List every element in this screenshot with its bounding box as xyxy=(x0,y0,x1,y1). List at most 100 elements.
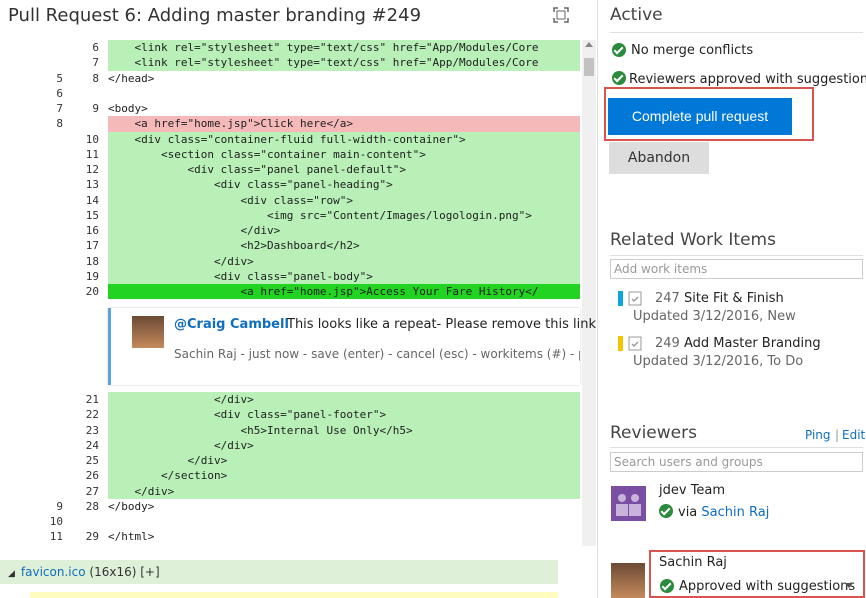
code-text: <body> xyxy=(108,102,148,115)
work-item-title[interactable]: Add Master Branding xyxy=(684,336,821,351)
work-item-subtitle: Updated 3/12/2016, New xyxy=(633,309,796,324)
old-line-number: 9 xyxy=(56,499,63,513)
team-icon xyxy=(616,494,641,516)
code-line[interactable]: 13 <div class="panel-heading"> xyxy=(30,177,580,193)
code-line[interactable]: 6 <link rel="stylesheet" type="text/css"… xyxy=(30,40,580,56)
code-line[interactable]: 14 <div class="row"> xyxy=(30,192,580,208)
new-line-number: 13 xyxy=(66,177,99,193)
reviewers-heading: Reviewers xyxy=(610,423,697,443)
complete-pull-request-button[interactable]: Complete pull request xyxy=(608,98,792,135)
work-item-249[interactable]: 249 Add Master Branding xyxy=(655,336,821,351)
new-line-number: 7 xyxy=(66,55,99,71)
ping-link[interactable]: Ping xyxy=(805,428,831,442)
code-text: <section class="container main-content"> xyxy=(108,146,580,162)
work-item-id: 249 xyxy=(655,336,680,351)
abandon-button[interactable]: Abandon xyxy=(609,142,709,174)
new-line-number: 20 xyxy=(85,285,99,298)
new-line-number: 21 xyxy=(66,392,99,408)
code-line[interactable]: 17 <h2>Dashboard</h2> xyxy=(30,238,580,254)
collapse-icon[interactable]: ◢ xyxy=(8,569,15,579)
work-item-title[interactable]: Site Fit & Finish xyxy=(684,291,784,306)
code-line[interactable]: 9 28 </body> xyxy=(30,499,580,514)
code-line[interactable]: 25 </div> xyxy=(30,453,580,469)
team-name[interactable]: jdev Team xyxy=(659,483,725,498)
scroll-thumb[interactable] xyxy=(584,58,594,76)
file-name-link[interactable]: favicon.ico xyxy=(21,565,86,579)
code-line[interactable]: 12 <div class="panel panel-default"> xyxy=(30,162,580,178)
page-title: Pull Request 6: Adding master branding #… xyxy=(8,5,422,26)
code-line[interactable]: 6 xyxy=(30,86,580,101)
new-line-number: 19 xyxy=(66,268,99,284)
scroll-up-icon[interactable] xyxy=(585,42,593,47)
code-line[interactable]: 10 xyxy=(30,514,580,529)
code-text: </html> xyxy=(108,530,155,544)
old-line-number: 10 xyxy=(49,515,63,528)
code-text: </div> xyxy=(108,483,580,499)
comment-text[interactable]: This looks like a repeat- Please remove … xyxy=(287,317,596,332)
divider xyxy=(610,447,863,448)
task-icon xyxy=(628,291,642,306)
diff-scrollbar[interactable] xyxy=(582,40,596,546)
review-status: Reviewers approved with suggestions xyxy=(629,72,866,87)
diff-view[interactable]: 6 <link rel="stylesheet" type="text/css"… xyxy=(30,40,580,546)
code-text: <div class="panel-heading"> xyxy=(108,177,580,193)
via-label: via xyxy=(678,505,698,520)
new-line-number: 28 xyxy=(85,499,99,513)
code-line[interactable]: 18 </div> xyxy=(30,253,580,269)
approval-status[interactable]: Approved with suggestions xyxy=(679,579,855,594)
code-line[interactable]: 15 <img src="Content/Images/logologin.pn… xyxy=(30,207,580,223)
old-line-number: 11 xyxy=(49,530,63,544)
code-line[interactable]: 22 <div class="panel-footer"> xyxy=(30,407,580,423)
reviewer-name[interactable]: Sachin Raj xyxy=(659,555,727,570)
edit-link[interactable]: Edit xyxy=(842,428,865,442)
team-avatar xyxy=(611,486,646,521)
check-icon xyxy=(612,71,626,85)
code-text: </div> xyxy=(108,453,580,469)
link-separator: | xyxy=(835,428,840,442)
code-text: <div class="container-fluid full-width-c… xyxy=(108,131,580,147)
code-line[interactable]: 20 <a href="home.jsp">Access Your Fare H… xyxy=(30,284,580,300)
code-line[interactable]: 10 <div class="container-fluid full-widt… xyxy=(30,131,580,147)
code-text: </div> xyxy=(108,223,580,239)
code-line[interactable]: 7 <link rel="stylesheet" type="text/css"… xyxy=(30,55,580,71)
code-line[interactable]: 11 29 </html> xyxy=(30,529,580,544)
new-line-number: 26 xyxy=(66,468,99,484)
check-icon xyxy=(660,579,674,593)
file-size: (16x16) [+] xyxy=(85,565,160,579)
code-line[interactable]: 23 <h5>Internal Use Only</h5> xyxy=(30,422,580,438)
diff-line-modified xyxy=(30,592,558,598)
avatar xyxy=(132,316,164,348)
code-line[interactable]: 27 </div> xyxy=(30,483,580,499)
comment-author[interactable]: @Craig Cambell xyxy=(174,317,289,332)
search-users-input[interactable]: Search users and groups xyxy=(610,452,863,472)
new-line-number: 9 xyxy=(92,102,99,115)
code-line[interactable]: 26 </section> xyxy=(30,468,580,484)
code-line[interactable]: 5 8 </head> xyxy=(30,71,580,86)
new-line-number: 17 xyxy=(66,238,99,254)
work-items-heading: Related Work Items xyxy=(610,230,776,250)
task-icon xyxy=(628,336,642,351)
old-line-number: 8 xyxy=(56,117,63,131)
code-text: </div> xyxy=(108,437,580,453)
file-row[interactable]: ◢ favicon.ico (16x16) [+] xyxy=(0,560,558,584)
work-item-247[interactable]: 247 Site Fit & Finish xyxy=(655,291,784,306)
pull-request-page: Pull Request 6: Adding master branding #… xyxy=(0,0,866,598)
new-line-number: 25 xyxy=(66,453,99,469)
code-line[interactable]: 8 <a href="home.jsp">Click here</a> xyxy=(30,116,580,132)
code-line[interactable]: 16 </div> xyxy=(30,223,580,239)
fullscreen-icon[interactable] xyxy=(553,7,569,23)
code-text: <link rel="stylesheet" type="text/css" h… xyxy=(108,55,580,71)
old-line-number: 6 xyxy=(56,86,63,100)
divider xyxy=(610,32,863,33)
add-work-items-input[interactable]: Add work items xyxy=(610,259,863,279)
code-line[interactable]: 21 </div> xyxy=(30,392,580,408)
chevron-down-icon[interactable] xyxy=(845,583,853,588)
code-text: <img src="Content/Images/logologin.png"> xyxy=(108,207,580,223)
code-text: <div class="panel panel-default"> xyxy=(108,162,580,178)
code-line[interactable]: 11 <section class="container main-conten… xyxy=(30,146,580,162)
code-line[interactable]: 19 <div class="panel-body"> xyxy=(30,268,580,284)
old-line-number: 5 xyxy=(56,71,63,85)
via-user-link[interactable]: Sachin Raj xyxy=(701,505,769,520)
code-line[interactable]: 24 </div> xyxy=(30,437,580,453)
code-line[interactable]: 7 9 <body> xyxy=(30,101,580,116)
